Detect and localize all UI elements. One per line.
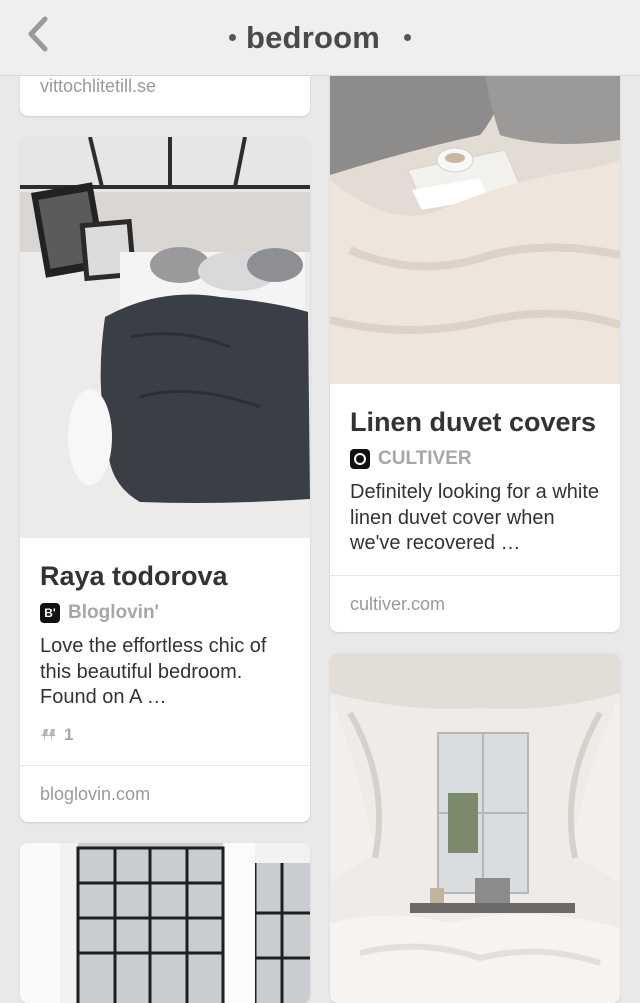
title-dot-right (404, 34, 411, 41)
pin-card-canopy-window[interactable] (330, 653, 620, 1003)
pin-domain[interactable]: bloglovin.com (20, 765, 310, 822)
repin-count-value: 1 (64, 724, 74, 744)
repin-count: 1 (40, 725, 290, 745)
pin-source-name: CULTIVER (378, 448, 472, 469)
pin-source-name: Bloglovin' (68, 602, 160, 623)
canopy-window-photo (330, 653, 620, 1003)
pin-description: Love the effortless chic of this beautif… (40, 635, 267, 708)
pin-source[interactable]: B' Bloglovin' (40, 602, 290, 624)
pin-card-window-loft[interactable] (20, 843, 310, 1003)
pin-domain[interactable]: vittochlitetill.se (20, 76, 176, 97)
bloglovin-logo-icon: B' (40, 603, 60, 623)
pin-image-linen-bed[interactable] (330, 40, 620, 384)
pin-image-bedroom-dark-duvet[interactable] (20, 137, 310, 538)
linen-bed-photo (330, 40, 620, 384)
pin-body: Linen duvet covers CULTIVER Definitely l… (330, 384, 620, 557)
back-button[interactable] (18, 14, 58, 54)
pin-card-linen-duvet[interactable]: Linen duvet covers CULTIVER Definitely l… (330, 40, 620, 632)
pin-domain[interactable]: cultiver.com (330, 575, 620, 632)
loft-window-photo (20, 843, 310, 1003)
pin-title[interactable]: Linen duvet covers (350, 406, 600, 438)
bedroom-photo (20, 137, 310, 538)
pin-icon (41, 728, 56, 742)
title-dot-left (228, 34, 236, 41)
board-title-wrap: bedroom (228, 19, 411, 56)
pin-title[interactable]: Raya todorova (40, 560, 290, 592)
board-title: bedroom (245, 19, 380, 55)
chevron-left-icon (28, 16, 48, 52)
top-bar: bedroom (0, 0, 640, 76)
pin-description: Definitely looking for a white linen duv… (350, 481, 600, 554)
cultiver-logo-icon (350, 449, 370, 469)
pin-source[interactable]: CULTIVER (350, 448, 600, 470)
pin-body: Raya todorova B' Bloglovin' Love the eff… (20, 538, 310, 745)
pin-card-raya-todorova[interactable]: Raya todorova B' Bloglovin' Love the eff… (20, 137, 310, 822)
